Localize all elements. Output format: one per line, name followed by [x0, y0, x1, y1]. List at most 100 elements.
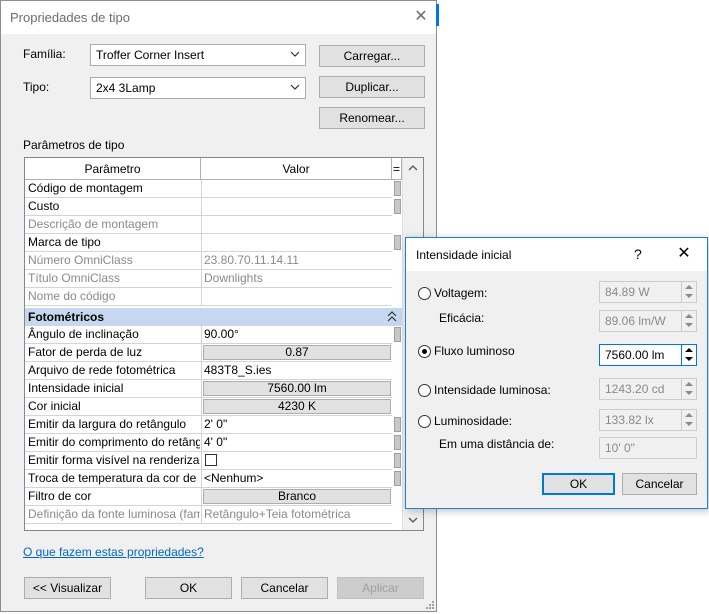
resize-grip-icon[interactable]: [424, 599, 435, 610]
distance-value: 10' 0": [605, 441, 635, 455]
table-row[interactable]: Emitir forma visível na renderização: [25, 452, 401, 470]
row-param-value[interactable]: 483T8_S.ies: [201, 362, 392, 379]
table-row[interactable]: Troca de temperatura da cor de luz <Nenhu…: [25, 470, 401, 488]
formula-cell[interactable]: [392, 488, 402, 506]
row-param-name: Fator de perda de luz: [28, 345, 143, 359]
type-properties-dialog: Propriedades de tipo ✕ Família: Troffer …: [0, 0, 437, 612]
apply-button: Aplicar: [337, 577, 424, 599]
luminance-radio[interactable]: [418, 415, 431, 428]
column-header-value[interactable]: Valor: [201, 158, 392, 180]
row-param-value[interactable]: [201, 234, 392, 251]
toggle-formula-column[interactable]: =: [392, 158, 402, 180]
spinner-arrows-icon[interactable]: [681, 345, 696, 365]
table-row[interactable]: Intensidade inicial 7560.00 lm: [25, 380, 392, 398]
table-row[interactable]: Número OmniClass 23.80.70.11.14.11: [25, 252, 392, 270]
formula-button[interactable]: [394, 327, 401, 342]
formula-cell[interactable]: [392, 470, 402, 488]
ok-button[interactable]: OK: [145, 577, 232, 599]
chevron-down-icon: [290, 84, 300, 90]
scroll-up-icon[interactable]: [408, 164, 418, 172]
formula-button[interactable]: [394, 235, 401, 250]
family-value: Troffer Corner Insert: [96, 48, 205, 62]
table-row[interactable]: Filtro de cor Branco: [25, 488, 392, 506]
ok-button[interactable]: OK: [542, 473, 615, 495]
formula-cell[interactable]: [392, 380, 402, 398]
table-row[interactable]: Código de montagem: [25, 180, 401, 198]
row-param-value[interactable]: 4' 0": [201, 434, 392, 451]
help-icon[interactable]: ?: [634, 246, 642, 262]
column-header-parameter[interactable]: Parâmetro: [25, 158, 201, 180]
formula-button[interactable]: [394, 435, 401, 450]
visible-shape-checkbox[interactable]: [205, 454, 217, 466]
help-link[interactable]: O que fazem estas propriedades?: [23, 545, 204, 559]
formula-cell[interactable]: [392, 270, 402, 288]
title-bar[interactable]: Propriedades de tipo ✕: [1, 1, 436, 34]
table-row[interactable]: Título OmniClass Downlights: [25, 270, 392, 288]
cancel-button[interactable]: Cancelar: [622, 473, 697, 495]
table-row[interactable]: Marca de tipo: [25, 234, 401, 252]
close-icon[interactable]: ✕: [411, 7, 431, 27]
load-button[interactable]: Carregar...: [319, 45, 425, 67]
type-parameters-label: Parâmetros de tipo: [23, 138, 125, 152]
row-param-value[interactable]: 2' 0": [201, 416, 392, 433]
row-param-value[interactable]: 90.00°: [201, 326, 392, 343]
close-icon[interactable]: ✕: [674, 244, 694, 264]
formula-cell[interactable]: [392, 434, 402, 452]
formula-button[interactable]: [394, 417, 401, 432]
dialog-title: Intensidade inicial: [416, 248, 512, 262]
row-param-value[interactable]: <Nenhum>: [201, 470, 392, 487]
table-row[interactable]: Fator de perda de luz 0.87: [25, 344, 392, 362]
formula-button[interactable]: [394, 199, 401, 214]
row-param-value[interactable]: [201, 180, 392, 197]
luminous-flux-value[interactable]: 7560.00 lm: [605, 348, 664, 362]
table-row[interactable]: Nome do código: [25, 288, 392, 306]
formula-cell[interactable]: [392, 398, 402, 416]
formula-button[interactable]: [394, 181, 401, 196]
formula-cell[interactable]: [392, 362, 402, 380]
formula-cell[interactable]: [392, 216, 402, 234]
voltage-radio[interactable]: [418, 287, 431, 300]
luminous-flux-spinner[interactable]: 7560.00 lm: [599, 344, 697, 366]
title-bar[interactable]: Intensidade inicial ? ✕: [406, 238, 707, 271]
formula-cell[interactable]: [392, 198, 402, 216]
formula-cell[interactable]: [392, 416, 402, 434]
parameters-grid[interactable]: Parâmetro Valor = Fotométricos Código de…: [24, 157, 424, 531]
row-param-value[interactable]: [201, 198, 392, 215]
formula-cell[interactable]: [392, 234, 402, 252]
table-row[interactable]: Custo: [25, 198, 401, 216]
luminous-flux-radio[interactable]: [418, 345, 431, 358]
rename-button[interactable]: Renomear...: [319, 107, 425, 129]
type-dropdown[interactable]: 2x4 3Lamp: [90, 77, 306, 99]
luminous-intensity-radio[interactable]: [418, 384, 431, 397]
table-row[interactable]: Emitir do comprimento do retângulo 4' 0": [25, 434, 401, 452]
table-row[interactable]: Ângulo de inclinação 90.00°: [25, 326, 401, 344]
cancel-button[interactable]: Cancelar: [241, 577, 328, 599]
formula-cell[interactable]: [392, 452, 402, 470]
row-value-button[interactable]: 0.87: [203, 345, 391, 360]
row-value-button[interactable]: 7560.00 lm: [203, 381, 391, 396]
scroll-down-icon[interactable]: [408, 516, 418, 524]
section-header-photometrics[interactable]: Fotométricos: [25, 308, 402, 326]
family-dropdown[interactable]: Troffer Corner Insert: [90, 44, 306, 66]
table-row[interactable]: Descrição de montagem: [25, 216, 392, 234]
row-value-button[interactable]: 4230 K: [203, 399, 391, 414]
formula-cell[interactable]: [392, 326, 402, 344]
table-row[interactable]: Definição da fonte luminosa (família)Ret…: [25, 506, 392, 524]
formula-cell[interactable]: [392, 288, 402, 306]
row-param-name: Ângulo de inclinação: [28, 327, 139, 341]
table-row[interactable]: Emitir da largura do retângulo 2' 0": [25, 416, 401, 434]
formula-button[interactable]: [394, 471, 401, 486]
luminous-intensity-spinner: 1243.20 cd: [599, 378, 697, 400]
duplicate-button[interactable]: Duplicar...: [319, 76, 425, 98]
formula-button[interactable]: [394, 453, 401, 468]
formula-cell[interactable]: [392, 506, 402, 524]
collapse-chevron-icon[interactable]: [387, 311, 397, 323]
formula-cell[interactable]: [392, 344, 402, 362]
distance-field: 10' 0": [599, 437, 697, 459]
formula-cell[interactable]: [392, 252, 402, 270]
row-value-button[interactable]: Branco: [203, 489, 391, 504]
table-row[interactable]: Arquivo de rede fotométrica 483T8_S.ies: [25, 362, 392, 380]
formula-cell[interactable]: [392, 180, 402, 198]
table-row[interactable]: Cor inicial 4230 K: [25, 398, 392, 416]
preview-button[interactable]: << Visualizar: [24, 577, 111, 599]
